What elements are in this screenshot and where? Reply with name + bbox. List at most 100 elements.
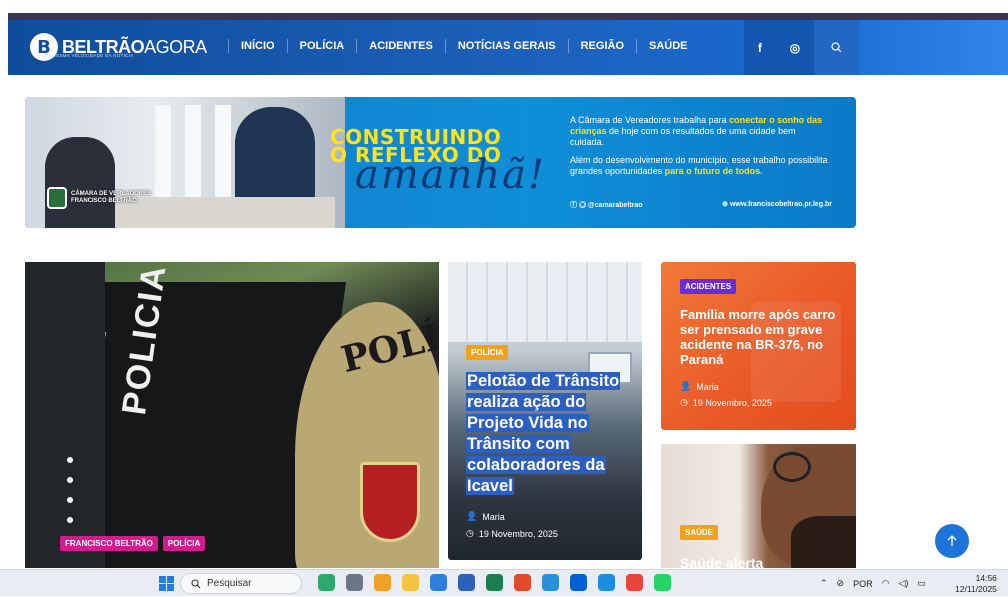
- post-title[interactable]: Pelotão de Trânsito realiza ação do Proj…: [466, 371, 632, 497]
- menu-item-inicio[interactable]: INÍCIO: [228, 39, 287, 53]
- logo-tagline: NA MESMA VELOCIDADE DA NOTÍCIA: [44, 53, 134, 58]
- window-decoration: [185, 105, 201, 197]
- sheets-icon[interactable]: [486, 574, 503, 591]
- category-tag[interactable]: POLÍCIA: [466, 345, 509, 360]
- post-author: 👤 Maria: [466, 511, 632, 522]
- post-card-saude[interactable]: SAÚDE Saúde alerta: [661, 444, 856, 568]
- banner-script-text: amanhã!: [355, 152, 547, 198]
- chamber-name-line1: CÂMARA DE VEREADORES: [71, 191, 152, 197]
- ad-banner[interactable]: CÂMARA DE VEREADORES FRANCISCO BELTRÃO CO…: [25, 97, 856, 228]
- battery-icon[interactable]: ▭: [917, 578, 926, 589]
- calendar-icon[interactable]: [514, 574, 531, 591]
- menu-item-noticias-gerais[interactable]: NOTÍCIAS GERAIS: [444, 39, 568, 53]
- chevron-up-icon[interactable]: ⌃: [820, 578, 828, 589]
- author-name[interactable]: Maria: [482, 512, 505, 522]
- taskbar-apps: [318, 574, 671, 591]
- user-icon: 👤: [466, 511, 478, 521]
- banner-website-text: www.franciscobeltrao.pr.leg.br: [729, 201, 832, 208]
- tag-policia[interactable]: POLÍCIA: [162, 536, 206, 551]
- edge-icon[interactable]: [598, 574, 615, 591]
- social-links: f ◎: [744, 20, 814, 75]
- slider-dots: [67, 457, 73, 543]
- taskbar-clock[interactable]: 14:56 12/11/2025: [955, 573, 997, 595]
- task-view-icon[interactable]: [346, 574, 363, 591]
- menu-item-acidentes[interactable]: ACIDENTES: [356, 39, 445, 53]
- date-text: 19 Novembro, 2025: [478, 528, 558, 539]
- search-icon: [830, 42, 841, 53]
- shield-emblem-icon: [360, 462, 420, 542]
- post-card-content: POLÍCIA Pelotão de Trânsito realiza ação…: [466, 342, 632, 539]
- logo-name-light: AGORA: [144, 36, 207, 57]
- store-icon[interactable]: [542, 574, 559, 591]
- user-icon: 👤: [680, 381, 692, 391]
- booking-icon[interactable]: [458, 574, 475, 591]
- tag-francisco-beltrao[interactable]: FRANCISCO BELTRÃO: [60, 536, 158, 551]
- window-decoration: [155, 105, 171, 197]
- dropbox-icon[interactable]: [570, 574, 587, 591]
- category-tag[interactable]: SAÚDE: [680, 525, 719, 540]
- category-tag[interactable]: ACIDENTES: [680, 279, 737, 294]
- featured-post-card[interactable]: POLICIA CIVIL POLÍCI FRANCISCO BELTRÃO P…: [25, 262, 439, 568]
- chrome-icon[interactable]: [626, 574, 643, 591]
- banner-text: A Câmara de Vereadores trabalha para: [570, 115, 730, 125]
- banner-body: A Câmara de Vereadores trabalha para con…: [570, 115, 832, 184]
- clock-icon: ◷: [680, 397, 688, 407]
- slider-dot[interactable]: [67, 497, 73, 503]
- window-decoration: [215, 105, 231, 197]
- post-title[interactable]: Saúde alerta: [680, 555, 763, 568]
- top-strip: [0, 0, 1008, 20]
- chamber-name-line2: FRANCISCO BELTRÃO: [71, 198, 137, 204]
- officer-figure: [25, 262, 105, 568]
- search-icon: [191, 578, 201, 588]
- post-card-policia[interactable]: POLÍCIA Pelotão de Trânsito realiza ação…: [448, 262, 642, 560]
- main-menu: INÍCIO POLÍCIA ACIDENTES NOTÍCIAS GERAIS…: [228, 39, 700, 53]
- menu-item-saude[interactable]: SAÚDE: [636, 39, 700, 53]
- beard-image: [791, 516, 856, 568]
- arrow-up-icon: [947, 535, 957, 546]
- chamber-logo: CÂMARA DE VEREADORES FRANCISCO BELTRÃO: [47, 187, 151, 209]
- post-title[interactable]: Família morre após carro ser prensado em…: [680, 307, 845, 367]
- wifi-icon[interactable]: ◠: [882, 578, 890, 589]
- taskbar-search[interactable]: Pesquisar: [180, 573, 302, 594]
- whatsapp-icon[interactable]: [654, 574, 671, 591]
- banner-paragraph-2: Além do desenvolvimento do município, es…: [570, 155, 832, 177]
- author-name[interactable]: Maria: [696, 382, 719, 392]
- scroll-to-top-button[interactable]: [935, 524, 969, 558]
- language-indicator[interactable]: POR: [853, 579, 873, 589]
- menu-item-regiao[interactable]: REGIÃO: [567, 39, 636, 53]
- widgets-icon[interactable]: [318, 574, 335, 591]
- banner-social-handle: ⓕ ◎ @camarabeltrao: [570, 202, 643, 209]
- featured-tags: FRANCISCO BELTRÃO POLÍCIA: [60, 536, 206, 551]
- windows-start-icon[interactable]: [159, 576, 174, 591]
- banner-footer: ⓕ ◎ @camarabeltrao ⊕ www.franciscobeltra…: [570, 200, 832, 210]
- slider-dot[interactable]: [67, 517, 73, 523]
- top-bar: [8, 13, 1008, 20]
- clock-date: 12/11/2025: [955, 584, 997, 594]
- child-figure: [45, 137, 115, 228]
- banner-paragraph-1: A Câmara de Vereadores trabalha para con…: [570, 115, 832, 148]
- file-explorer-icon[interactable]: [402, 574, 419, 591]
- location-off-icon[interactable]: ⊘: [837, 578, 845, 589]
- post-author: 👤 Maria: [680, 381, 845, 392]
- chamber-seal-icon: [47, 187, 67, 209]
- post-card-acidentes[interactable]: ACIDENTES Família morre após carro ser p…: [661, 262, 856, 430]
- post-title-text: Pelotão de Trânsito realiza ação do Proj…: [466, 372, 621, 495]
- clock-icon: ◷: [466, 528, 474, 538]
- post-date: ◷ 19 Novembro, 2025: [680, 397, 845, 408]
- menu-item-policia[interactable]: POLÍCIA: [286, 39, 357, 53]
- facebook-icon[interactable]: f: [758, 41, 762, 55]
- slider-dot[interactable]: [67, 477, 73, 483]
- photos-icon[interactable]: [430, 574, 447, 591]
- volume-icon[interactable]: ◁): [898, 578, 908, 589]
- classroom-ceiling-image: [448, 262, 642, 342]
- slider-dot[interactable]: [67, 457, 73, 463]
- date-text: 19 Novembro, 2025: [692, 397, 772, 408]
- instagram-icon[interactable]: ◎: [790, 41, 800, 55]
- site-header: B BELTRÃOAGORA NA MESMA VELOCIDADE DA NO…: [8, 20, 1008, 75]
- clock-time: 14:56: [975, 573, 997, 583]
- post-date: ◷ 19 Novembro, 2025: [466, 528, 632, 539]
- chrome-profile-icon[interactable]: [374, 574, 391, 591]
- banner-website: ⊕ www.franciscobeltrao.pr.leg.br: [722, 201, 832, 208]
- system-tray: ⌃ ⊘ POR ◠ ◁) ▭: [820, 570, 926, 597]
- search-button[interactable]: [814, 20, 858, 75]
